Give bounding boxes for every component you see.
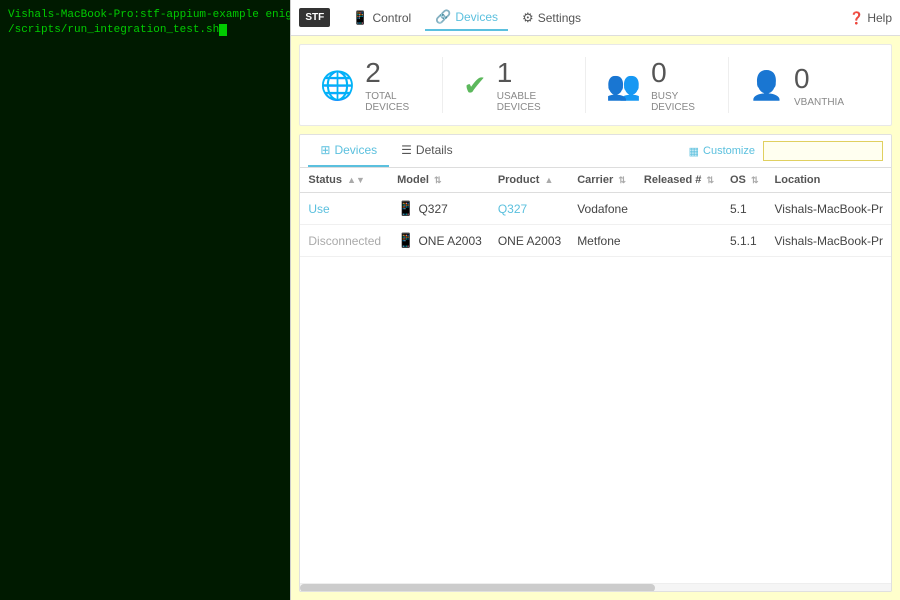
- sort-carrier-icon: ⇅: [618, 175, 626, 185]
- customize-button[interactable]: ▦ Customize: [681, 141, 763, 162]
- nav-devices[interactable]: 🔗 Devices: [425, 5, 508, 31]
- tab-devices[interactable]: ⊞ Devices: [308, 135, 389, 167]
- total-devices-label: TOTAL DEVICES: [365, 91, 422, 113]
- cell-location-0: Vishals-MacBook-Pr: [767, 193, 891, 225]
- sort-os-icon: ⇅: [751, 175, 759, 185]
- cell-location-1: Vishals-MacBook-Pr: [767, 225, 891, 257]
- tab-devices-label: Devices: [334, 143, 377, 157]
- col-product[interactable]: Product ▲: [490, 168, 569, 193]
- cell-product-1: ONE A2003: [490, 225, 569, 257]
- tab-devices-icon: ⊞: [320, 143, 330, 157]
- phone-icon: 📱: [352, 10, 368, 26]
- nav-settings[interactable]: ⚙ Settings: [512, 6, 591, 30]
- customize-icon: ▦: [689, 145, 699, 158]
- cell-status-0[interactable]: Use: [300, 193, 389, 225]
- globe-icon: 🌐: [320, 69, 355, 102]
- cell-model-0: 📱 Q327: [389, 193, 490, 225]
- stat-usable-devices: ✔ 1 USABLE DEVICES: [443, 57, 586, 113]
- nav-control[interactable]: 📱 Control: [342, 6, 421, 30]
- tab-details-label: Details: [416, 143, 453, 157]
- total-devices-count: 2: [365, 57, 418, 89]
- search-input[interactable]: [763, 141, 883, 161]
- busy-devices-count: 0: [651, 57, 704, 89]
- check-icon: ✔: [463, 69, 486, 102]
- col-os[interactable]: OS ⇅: [722, 168, 767, 193]
- col-status[interactable]: Status ▲▼: [300, 168, 389, 193]
- cell-released-0: [636, 193, 722, 225]
- terminal-line-1: Vishals-MacBook-Pro:stf-appium-example e…: [8, 8, 282, 23]
- user-count: 0: [794, 63, 840, 95]
- col-location: Location: [767, 168, 891, 193]
- table-header-row: Status ▲▼ Model ⇅ Product ▲ Carrier: [300, 168, 891, 193]
- cell-carrier-0: Vodafone: [569, 193, 636, 225]
- cell-product-0[interactable]: Q327: [490, 193, 569, 225]
- table-wrapper[interactable]: Status ▲▼ Model ⇅ Product ▲ Carrier: [300, 168, 891, 583]
- table-row: Use📱 Q327Q327Vodafone 5.1Vishals-MacBook-…: [300, 193, 891, 225]
- terminal-panel: Vishals-MacBook-Pro:stf-appium-example e…: [0, 0, 290, 600]
- nav-devices-label: Devices: [455, 10, 498, 24]
- cell-os-0: 5.1: [722, 193, 767, 225]
- cell-os-1: 5.1.1: [722, 225, 767, 257]
- col-released[interactable]: Released # ⇅: [636, 168, 722, 193]
- table-body: Use📱 Q327Q327Vodafone 5.1Vishals-MacBook-…: [300, 193, 891, 257]
- cell-carrier-1: Metfone: [569, 225, 636, 257]
- help-link[interactable]: ❓ Help: [849, 11, 892, 25]
- sort-status-icon: ▲▼: [347, 175, 365, 185]
- sort-model-icon: ⇅: [434, 175, 442, 185]
- cell-released-1: [636, 225, 722, 257]
- user-label: VBANTHIA: [794, 97, 844, 108]
- table-row: Disconnected📱 ONE A2003ONE A2003Metfone 5…: [300, 225, 891, 257]
- stat-busy-devices: 👥 0 BUSY DEVICES: [586, 57, 729, 113]
- help-icon: ❓: [849, 11, 864, 25]
- settings-icon: ⚙: [522, 10, 534, 26]
- sort-product-icon: ▲: [544, 175, 553, 185]
- tab-details[interactable]: ☰ Details: [389, 135, 464, 167]
- top-nav: STF 📱 Control 🔗 Devices ⚙ Settings ❓ Hel…: [291, 0, 900, 36]
- stat-user: 👤 0 VBANTHIA: [729, 63, 871, 108]
- help-label: Help: [867, 11, 892, 25]
- busy-devices-label: BUSY DEVICES: [651, 91, 708, 113]
- sort-released-icon: ⇅: [706, 175, 714, 185]
- customize-label: Customize: [703, 145, 755, 157]
- right-panel: STF 📱 Control 🔗 Devices ⚙ Settings ❓ Hel…: [290, 0, 900, 600]
- stat-total-devices: 🌐 2 TOTAL DEVICES: [320, 57, 443, 113]
- devices-icon: 🔗: [435, 9, 451, 25]
- usable-devices-label: USABLE DEVICES: [497, 91, 565, 113]
- col-carrier[interactable]: Carrier ⇅: [569, 168, 636, 193]
- device-table: Status ▲▼ Model ⇅ Product ▲ Carrier: [300, 168, 891, 257]
- terminal-line-2: /scripts/run_integration_test.sh: [8, 23, 282, 38]
- tabs-bar: ⊞ Devices ☰ Details ▦ Customize: [300, 135, 891, 168]
- nav-control-label: Control: [372, 11, 411, 25]
- cell-model-1: 📱 ONE A2003: [389, 225, 490, 257]
- tab-details-icon: ☰: [401, 143, 412, 157]
- cell-status-1: Disconnected: [300, 225, 389, 257]
- nav-settings-label: Settings: [538, 11, 581, 25]
- stats-bar: 🌐 2 TOTAL DEVICES ✔ 1 USABLE DEVICES 👥 0…: [299, 44, 892, 126]
- horizontal-scrollbar[interactable]: [300, 583, 891, 591]
- people-icon: 👥: [606, 69, 641, 102]
- content-panel: ⊞ Devices ☰ Details ▦ Customize Status: [299, 134, 892, 592]
- col-model[interactable]: Model ⇅: [389, 168, 490, 193]
- usable-devices-count: 1: [497, 57, 561, 89]
- app-logo: STF: [299, 8, 330, 27]
- person-icon: 👤: [749, 69, 784, 102]
- scrollbar-thumb[interactable]: [300, 584, 654, 592]
